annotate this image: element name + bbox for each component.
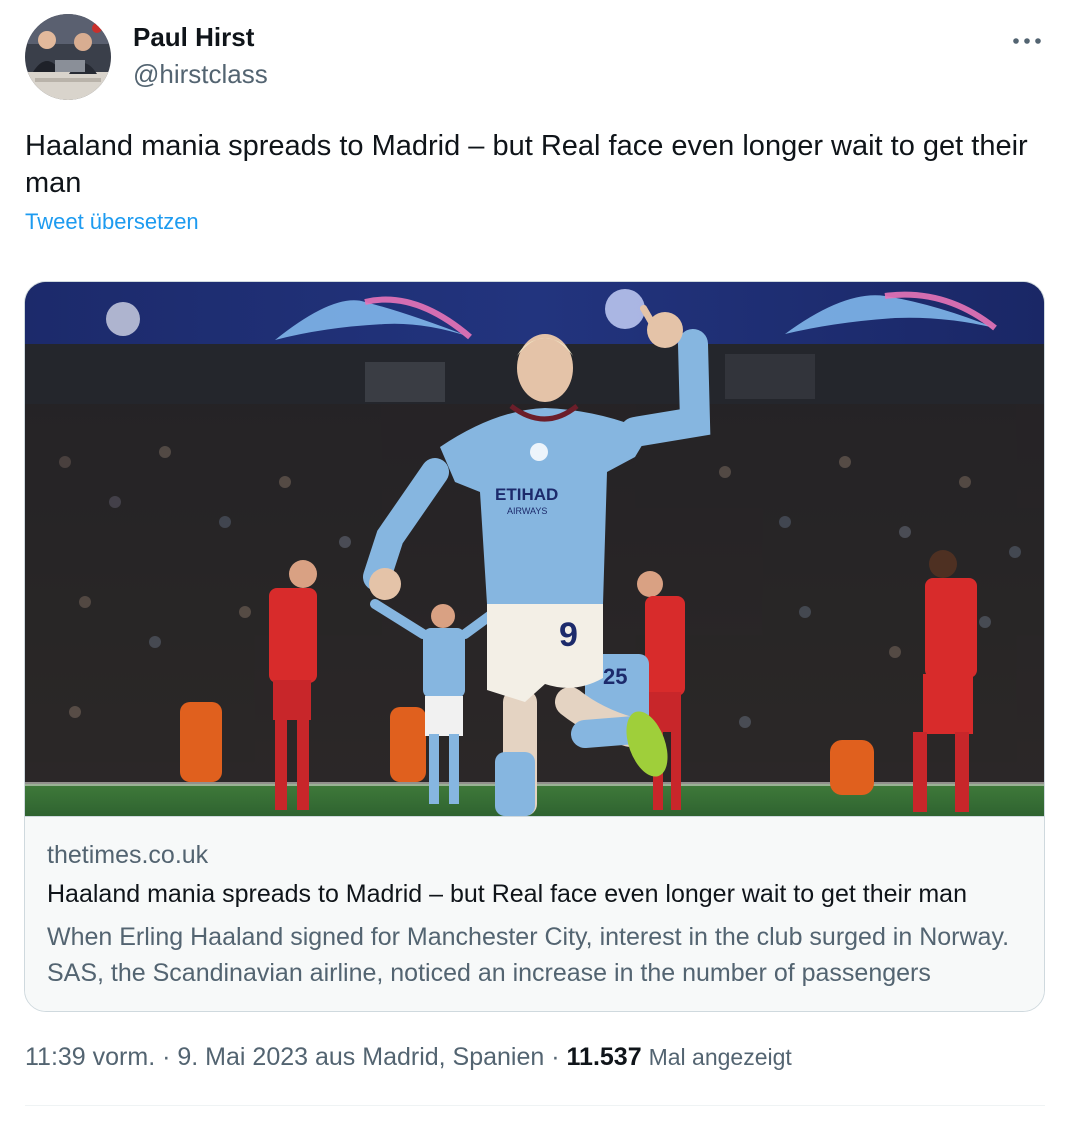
tweet-date[interactable]: 9. Mai 2023 bbox=[177, 1043, 308, 1071]
card-title: Haaland mania spreads to Madrid – but Re… bbox=[47, 880, 967, 908]
shirt-number: 9 bbox=[559, 616, 578, 654]
tweet-text: Haaland mania spreads to Madrid – but Re… bbox=[25, 130, 1028, 199]
card-description: When Erling Haaland signed for Mancheste… bbox=[47, 923, 1010, 987]
tweet-location: aus Madrid, Spanien bbox=[314, 1043, 545, 1071]
avatar-image bbox=[25, 14, 111, 100]
meta-separator: · bbox=[162, 1043, 171, 1071]
meta-separator: · bbox=[551, 1043, 560, 1071]
link-preview-card[interactable]: 25 9 ETIHAD AIRWAYS thetimes.co.uk Haala… bbox=[24, 281, 1045, 1012]
card-footer: thetimes.co.uk Haaland mania spreads to … bbox=[25, 816, 1044, 1011]
shirt-sponsor-sub: AIRWAYS bbox=[507, 506, 547, 516]
card-photo: 25 9 ETIHAD AIRWAYS bbox=[25, 282, 1044, 816]
divider bbox=[25, 1105, 1045, 1106]
views-count: 11.537 bbox=[566, 1043, 642, 1071]
tweet-time[interactable]: 11:39 vorm. bbox=[25, 1043, 155, 1071]
shirt-sponsor: ETIHAD bbox=[495, 485, 558, 504]
translate-tweet-link[interactable]: Tweet übersetzen bbox=[25, 209, 199, 235]
card-domain: thetimes.co.uk bbox=[47, 841, 209, 869]
tweet: Paul Hirst @hirstclass Haaland mania spr… bbox=[0, 0, 1070, 1122]
views-label: Mal angezeigt bbox=[648, 1044, 792, 1070]
author-name[interactable]: Paul Hirst bbox=[133, 22, 254, 53]
more-horizontal-icon bbox=[1013, 38, 1041, 44]
more-button[interactable] bbox=[1006, 20, 1048, 62]
teammate-number: 25 bbox=[603, 664, 627, 689]
author-handle[interactable]: @hirstclass bbox=[133, 59, 268, 90]
author-avatar[interactable] bbox=[25, 14, 111, 100]
card-image: 25 9 ETIHAD AIRWAYS bbox=[25, 282, 1044, 816]
tweet-meta: 11:39 vorm. · 9. Mai 2023 aus Madrid, Sp… bbox=[25, 1043, 792, 1072]
